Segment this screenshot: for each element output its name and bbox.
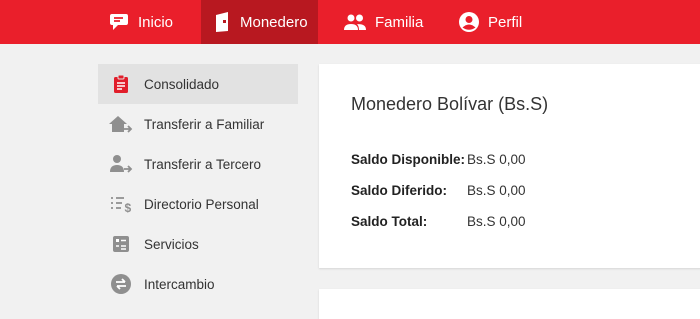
sidebar-item-directorio-personal[interactable]: $ Directorio Personal — [98, 184, 298, 224]
sidebar-item-servicios[interactable]: Servicios — [98, 224, 298, 264]
sidebar-item-label: Consolidado — [144, 76, 220, 92]
sidebar-item-consolidado[interactable]: Consolidado — [98, 64, 298, 104]
nav-inicio-label: Inicio — [138, 13, 174, 31]
sidebar-item-transferir-tercero[interactable]: Transferir a Tercero — [98, 144, 298, 184]
top-navigation-bar: Inicio Monedero Familia Perfil — [0, 0, 700, 44]
wallet-icon — [214, 11, 232, 33]
wallet-summary-card: Monedero Bolívar (Bs.S) Saldo Disponible… — [319, 64, 700, 268]
chat-logo-icon — [108, 11, 130, 33]
nav-monedero-label: Monedero — [240, 13, 308, 31]
sidebar-item-transferir-familiar[interactable]: Transferir a Familiar — [98, 104, 298, 144]
sidebar-item-label: Directorio Personal — [144, 196, 259, 212]
nav-perfil-label: Perfil — [488, 13, 523, 31]
nav-perfil[interactable]: Perfil — [458, 0, 548, 44]
wallet-title: Monedero Bolívar (Bs.S) — [351, 94, 549, 114]
exchange-icon — [98, 273, 144, 295]
services-icon — [98, 234, 144, 254]
balance-row-disponible: Saldo Disponible: Bs.S 0,00 — [351, 149, 526, 169]
secondary-card — [319, 289, 700, 319]
person-transfer-icon — [98, 154, 144, 174]
list-money-icon: $ — [98, 194, 144, 214]
nav-familia-label: Familia — [375, 13, 424, 31]
balance-label: Saldo Diferido: — [351, 182, 448, 198]
balance-label: Saldo Disponible: — [351, 151, 466, 167]
balance-row-total: Saldo Total: Bs.S 0,00 — [351, 211, 526, 231]
balance-row-diferido: Saldo Diferido: Bs.S 0,00 — [351, 180, 526, 200]
account-circle-icon — [458, 11, 480, 33]
people-icon — [343, 13, 367, 31]
sidebar-item-label: Transferir a Tercero — [144, 156, 262, 172]
sidebar-item-intercambio[interactable]: Intercambio — [98, 264, 298, 304]
balance-value: Bs.S 0,00 — [467, 182, 526, 198]
house-transfer-icon — [98, 114, 144, 134]
svg-text:$: $ — [125, 201, 132, 214]
sidebar-item-label: Intercambio — [144, 276, 215, 292]
balance-value: Bs.S 0,00 — [467, 213, 526, 229]
sidebar-menu: Consolidado Transferir a Familiar Transf… — [98, 64, 298, 304]
sidebar-item-label: Servicios — [144, 236, 199, 252]
nav-monedero[interactable]: Monedero — [201, 0, 318, 44]
sidebar-item-label: Transferir a Familiar — [144, 116, 265, 132]
balance-label: Saldo Total: — [351, 213, 428, 229]
clipboard-icon — [98, 74, 144, 94]
nav-familia[interactable]: Familia — [343, 0, 443, 44]
nav-inicio[interactable]: Inicio — [108, 0, 198, 44]
balance-value: Bs.S 0,00 — [467, 151, 526, 167]
